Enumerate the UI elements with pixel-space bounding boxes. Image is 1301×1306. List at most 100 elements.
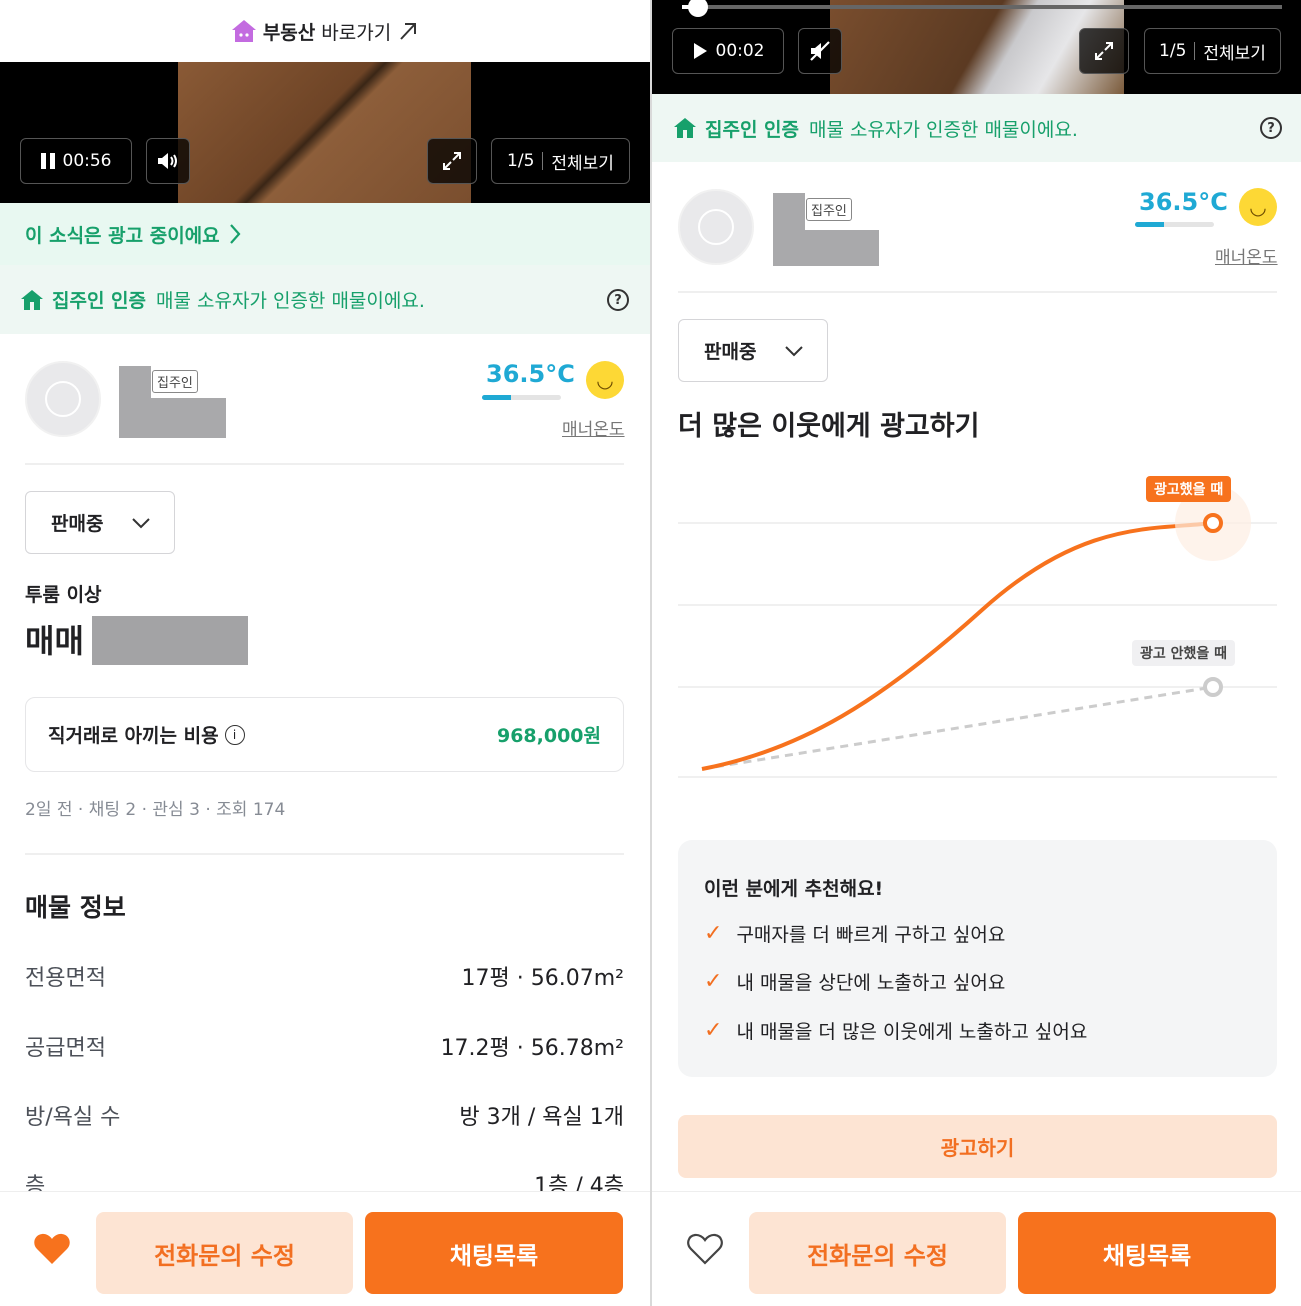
manner-temp-bar <box>1135 222 1214 227</box>
info-icon[interactable]: i <box>224 724 245 745</box>
listing-meta: 2일 전 · 채팅 2 · 관심 3 · 조회 174 <box>25 800 286 820</box>
info-row: 전용면적 17평 · 56.07m² <box>25 960 624 992</box>
recommend-text: 내 매물을 상단에 노출하고 싶어요 <box>736 972 1006 994</box>
manner-temp: 36.5°C <box>486 360 575 388</box>
speaker-icon <box>158 153 177 169</box>
house-icon <box>231 20 256 42</box>
fullscreen-button[interactable] <box>427 138 477 184</box>
media-counter: 1/5 <box>1159 41 1187 61</box>
bottom-action-bar: 전화문의 수정 채팅목록 <box>0 1191 650 1306</box>
fullscreen-button[interactable] <box>1079 28 1129 74</box>
call-edit-button[interactable]: 전화문의 수정 <box>96 1212 353 1294</box>
video-progress-track[interactable] <box>682 5 1282 9</box>
avatar[interactable] <box>25 361 101 437</box>
listing-type: 투룸 이상 <box>25 584 102 606</box>
video-time: 00:02 <box>715 41 765 61</box>
series-label-no-ad: 광고 안했을 때 <box>1132 640 1236 666</box>
status-dropdown[interactable]: 판매중 <box>25 491 175 554</box>
advertise-button[interactable]: 광고하기 <box>678 1115 1277 1178</box>
verify-title: 집주인 인증 <box>705 118 800 141</box>
video-frame <box>178 62 471 203</box>
video-player[interactable]: 00:56 1/5 전체보기 <box>0 62 650 203</box>
realestate-link-label: 바로가기 <box>321 21 392 44</box>
help-icon[interactable]: ? <box>607 289 629 311</box>
trade-type: 매매 <box>25 622 84 660</box>
help-icon[interactable]: ? <box>1260 117 1282 139</box>
recommend-title: 이런 분에게 추천해요! <box>704 878 884 900</box>
ad-notice-banner[interactable]: 이 소식은 광고 중이에요 <box>0 203 650 265</box>
ad-point <box>1203 513 1223 533</box>
view-all-label: 전체보기 <box>1203 43 1266 64</box>
expand-icon <box>1095 42 1113 60</box>
heart-outline-icon[interactable] <box>686 1232 724 1266</box>
avatar[interactable] <box>678 189 754 265</box>
heart-filled-icon[interactable] <box>33 1232 71 1266</box>
view-all-button[interactable]: 1/5 전체보기 <box>491 138 630 184</box>
savings-label: 직거래로 아끼는 비용 <box>48 725 219 747</box>
redacted-block <box>119 366 151 438</box>
check-icon: ✓ <box>704 921 723 946</box>
verify-desc: 매물 소유자가 인증한 매물이에요. <box>809 118 1078 141</box>
separator <box>1194 42 1196 60</box>
manner-temp-label[interactable]: 매너온도 <box>562 415 625 440</box>
avatar-face-icon <box>45 381 81 417</box>
info-row: 공급면적 17.2평 · 56.78m² <box>25 1030 624 1062</box>
chat-list-button[interactable]: 채팅목록 <box>365 1212 623 1294</box>
play-button[interactable]: 00:02 <box>672 28 784 74</box>
divider <box>25 853 624 855</box>
view-all-button[interactable]: 1/5 전체보기 <box>1144 28 1281 74</box>
muted-speaker-icon <box>810 41 830 61</box>
ad-section-title: 더 많은 이웃에게 광고하기 <box>678 411 980 442</box>
manner-temp-label[interactable]: 매너온도 <box>1215 243 1278 268</box>
status-label: 판매중 <box>704 341 757 363</box>
ad-effect-chart <box>678 485 1277 778</box>
info-key: 전용면적 <box>25 966 106 991</box>
check-icon: ✓ <box>704 969 723 994</box>
divider <box>25 463 624 465</box>
realestate-link-bold: 부동산 <box>262 21 316 44</box>
video-player[interactable]: 00:02 1/5 전체보기 <box>652 0 1301 94</box>
redacted-location <box>773 230 879 266</box>
owner-badge: 집주인 <box>152 370 198 393</box>
no-ad-point <box>1203 677 1223 697</box>
pause-button[interactable]: 00:56 <box>20 138 132 184</box>
owner-badge: 집주인 <box>806 198 852 221</box>
separator <box>542 152 544 170</box>
chevron-down-icon <box>132 517 151 528</box>
left-screen: 부동산 바로가기 00:56 1/5 전체보기 이 소식은 광고 중이에요 집주… <box>0 0 650 1306</box>
call-edit-button[interactable]: 전화문의 수정 <box>749 1212 1006 1294</box>
volume-button[interactable] <box>146 138 190 184</box>
ad-notice-text: 이 소식은 광고 중이에요 <box>25 224 220 247</box>
house-icon <box>674 118 696 138</box>
check-icon: ✓ <box>704 1018 723 1043</box>
series-line-no-ad <box>701 685 1214 771</box>
media-counter: 1/5 <box>507 151 535 171</box>
smile-face-icon: ◡ <box>1239 188 1277 226</box>
recommend-item: ✓ 내 매물을 상단에 노출하고 싶어요 <box>704 968 1005 995</box>
pause-icon <box>40 153 55 169</box>
status-label: 판매중 <box>51 513 104 535</box>
direct-deal-savings: 직거래로 아끼는 비용 i 968,000원 <box>25 697 624 772</box>
view-all-label: 전체보기 <box>551 153 614 174</box>
recommend-item: ✓ 구매자를 더 빠르게 구하고 싶어요 <box>704 920 1005 947</box>
realestate-link[interactable]: 부동산 바로가기 <box>0 0 650 62</box>
verify-desc: 매물 소유자가 인증한 매물이에요. <box>156 290 425 312</box>
recommend-text: 내 매물을 더 많은 이웃에게 노출하고 싶어요 <box>736 1021 1088 1043</box>
redacted-price <box>92 616 248 665</box>
series-label-ad: 광고했을 때 <box>1146 476 1232 502</box>
avatar-face-icon <box>698 209 734 245</box>
info-title: 매물 정보 <box>25 893 126 922</box>
video-progress-handle[interactable] <box>688 0 708 17</box>
mute-button[interactable] <box>798 28 842 74</box>
status-dropdown[interactable]: 판매중 <box>678 319 828 382</box>
external-arrow-icon <box>400 23 417 40</box>
info-row: 방/욕실 수 방 3개 / 욕실 1개 <box>25 1099 624 1131</box>
right-screen: 00:02 1/5 전체보기 집주인 인증 매물 소유자가 인증한 매물이에요.… <box>652 0 1301 1306</box>
recommend-text: 구매자를 더 빠르게 구하고 싶어요 <box>736 924 1006 946</box>
chat-list-button[interactable]: 채팅목록 <box>1018 1212 1276 1294</box>
chevron-down-icon <box>785 345 804 356</box>
divider <box>678 291 1277 293</box>
house-icon <box>21 289 43 310</box>
verify-title: 집주인 인증 <box>52 290 147 312</box>
video-time: 00:56 <box>62 151 112 171</box>
